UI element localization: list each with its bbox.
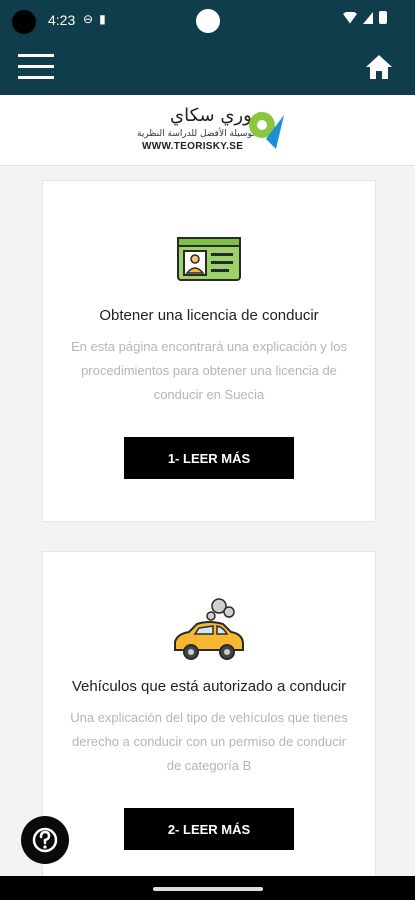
driver-license-icon [177, 237, 241, 281]
card-vehicles: Vehículos que está autorizado a conducir… [42, 551, 376, 893]
card-title: Obtener una licencia de conducir [99, 307, 319, 324]
car-icon [174, 598, 244, 660]
system-icons [343, 11, 387, 24]
wifi-icon [343, 11, 357, 24]
read-more-button-2[interactable]: 2- LEER MÁS [124, 808, 294, 850]
logo-url: WWW.TEORISKY.SE [142, 141, 244, 152]
camera-cutout [12, 10, 36, 34]
status-time: 4:23 [48, 12, 76, 28]
status-bar: 4:23 ⊖ ▮ [0, 0, 415, 40]
help-button[interactable] [21, 816, 69, 864]
logo-arabic-tagline: الوسيلة الأفضل للدراسة النظرية [137, 129, 258, 139]
logo-pin-icon [249, 112, 284, 149]
read-more-button-1[interactable]: 1- LEER MÁS [124, 437, 294, 479]
front-camera [196, 9, 220, 33]
card-title: Vehículos que está autorizado a conducir [71, 678, 347, 695]
card-license: Obtener una licencia de conducir En esta… [42, 180, 376, 522]
hamburger-menu-icon[interactable] [18, 50, 54, 84]
vpn-icon: ⊖ [83, 12, 94, 26]
logo-bar: تيوري سكاي الوسيلة الأفضل للدراسة النظري… [0, 95, 415, 166]
card-description: Una explicación del tipo de vehículos qu… [70, 710, 348, 773]
battery-icon [379, 11, 387, 24]
question-mark-icon [32, 827, 58, 853]
sim-icon: ▮ [99, 12, 106, 26]
signal-icon [363, 11, 373, 24]
app-bar [0, 40, 415, 95]
card-description: En esta página encontrará una explicació… [70, 339, 348, 402]
notification-icons: ⊖ ▮ [83, 12, 106, 26]
system-nav-bar [0, 876, 415, 900]
home-gesture-handle[interactable] [153, 887, 263, 891]
home-icon[interactable] [365, 54, 393, 80]
